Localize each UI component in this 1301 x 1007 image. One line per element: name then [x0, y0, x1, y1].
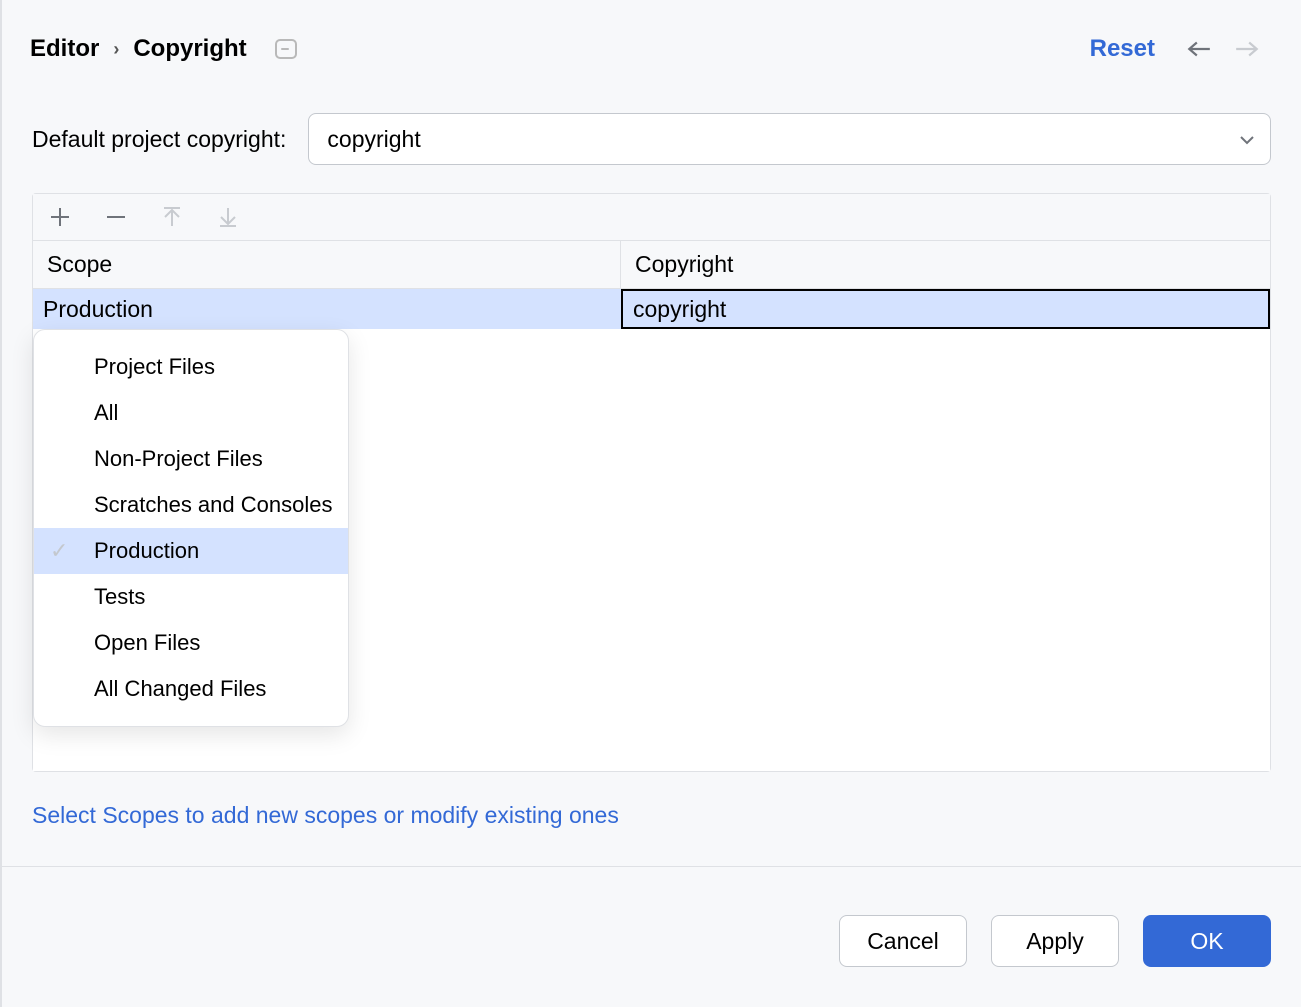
option-label: Production	[94, 538, 199, 564]
remove-button[interactable]	[103, 204, 129, 230]
scope-option-all-changed-files[interactable]: All Changed Files	[34, 666, 348, 712]
nav-back-button[interactable]	[1185, 35, 1213, 63]
option-label: Open Files	[94, 630, 200, 656]
table-header-copyright: Copyright	[621, 241, 1270, 288]
checkmark-icon: ✓	[50, 538, 68, 564]
scope-option-production[interactable]: ✓ Production	[34, 528, 348, 574]
table-row[interactable]: Production copyright	[33, 289, 1270, 329]
nav-forward-button	[1233, 35, 1261, 63]
project-level-icon	[275, 39, 297, 59]
scope-option-non-project-files[interactable]: Non-Project Files	[34, 436, 348, 482]
add-button[interactable]	[47, 204, 73, 230]
breadcrumb-parent[interactable]: Editor	[30, 35, 99, 63]
option-label: Scratches and Consoles	[94, 492, 332, 518]
breadcrumb-separator-icon: ›	[113, 39, 119, 60]
scope-option-all[interactable]: All	[34, 390, 348, 436]
copyright-cell[interactable]: copyright	[621, 289, 1270, 329]
option-label: Tests	[94, 584, 145, 610]
breadcrumb: Editor › Copyright	[30, 35, 1090, 63]
default-copyright-label: Default project copyright:	[32, 126, 286, 153]
option-label: All Changed Files	[94, 676, 266, 702]
breadcrumb-current: Copyright	[133, 35, 246, 63]
move-up-button	[159, 204, 185, 230]
default-copyright-select[interactable]: copyright	[308, 113, 1271, 165]
scope-option-project-files[interactable]: Project Files	[34, 344, 348, 390]
apply-button[interactable]: Apply	[991, 915, 1119, 967]
cancel-button[interactable]: Cancel	[839, 915, 967, 967]
reset-button[interactable]: Reset	[1090, 35, 1155, 63]
footer-divider	[2, 866, 1301, 867]
ok-button[interactable]: OK	[1143, 915, 1271, 967]
table-header-scope: Scope	[33, 241, 621, 288]
table-toolbar	[33, 194, 1270, 241]
option-label: Project Files	[94, 354, 215, 380]
scope-dropdown-popup: Project Files All Non-Project Files Scra…	[33, 329, 349, 727]
select-scopes-link[interactable]: Select Scopes to add new scopes or modif…	[32, 802, 619, 828]
scopes-table: Scope Copyright Production copyright Pro…	[32, 193, 1271, 772]
scope-option-tests[interactable]: Tests	[34, 574, 348, 620]
default-copyright-value: copyright	[327, 126, 420, 153]
option-label: Non-Project Files	[94, 446, 263, 472]
move-down-button	[215, 204, 241, 230]
scope-option-open-files[interactable]: Open Files	[34, 620, 348, 666]
option-label: All	[94, 400, 118, 426]
scope-option-scratches-consoles[interactable]: Scratches and Consoles	[34, 482, 348, 528]
scope-cell[interactable]: Production	[33, 289, 621, 329]
